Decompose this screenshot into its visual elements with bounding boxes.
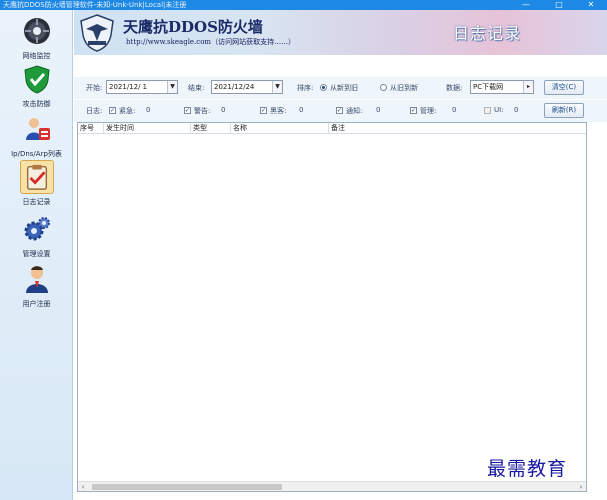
ui-count: 0 bbox=[514, 106, 519, 114]
minimize-button[interactable]: — bbox=[515, 0, 537, 10]
warning-checkbox[interactable]: ✓ bbox=[184, 107, 191, 114]
filter-row: 开始: 2021/12/ 1 ▼ 结束: 2021/12/24 ▼ 排序: 从新… bbox=[74, 77, 607, 99]
sidebar-item-attack-defense[interactable]: 攻击防御 bbox=[0, 62, 73, 109]
scrollbar-thumb[interactable] bbox=[92, 484, 282, 490]
watermark: 最需教育 bbox=[487, 458, 568, 480]
close-button[interactable]: ✕ bbox=[580, 0, 602, 10]
sidebar-item-label: 日志记录 bbox=[22, 198, 51, 206]
shield-icon bbox=[20, 62, 54, 96]
gear-icon bbox=[20, 212, 54, 246]
emergency-count: 0 bbox=[146, 106, 151, 114]
sidebar-item-label: 用户注册 bbox=[22, 300, 51, 308]
sidebar: 网络监控 攻击防御 Ip/Dns/Arp列表 日志记录 管理设置 用户注册 bbox=[0, 10, 73, 500]
data-source-select[interactable]: PC下载网 ▸ bbox=[470, 80, 534, 94]
banner-subtitle: http://www.skeagle.com（访问网站获取支持……） bbox=[126, 38, 296, 46]
end-label: 结束: bbox=[188, 84, 205, 92]
admin-count: 0 bbox=[452, 106, 457, 114]
sidebar-item-label: 管理设置 bbox=[22, 250, 51, 258]
sidebar-item-label: 攻击防御 bbox=[22, 100, 51, 108]
end-date-picker[interactable]: 2021/12/24 ▼ bbox=[211, 80, 283, 94]
ui-checkbox[interactable] bbox=[484, 107, 491, 114]
sidebar-item-user-register[interactable]: 用户注册 bbox=[0, 262, 73, 309]
scroll-left-icon[interactable]: ‹ bbox=[78, 482, 88, 492]
hacker-checkbox[interactable]: ✓ bbox=[260, 107, 267, 114]
banner-title: 天鹰抗DDOS防火墙 bbox=[123, 18, 263, 36]
sidebar-item-network-monitor[interactable]: 网络监控 bbox=[0, 14, 73, 61]
section-label: 日志记录 bbox=[453, 24, 522, 43]
ui-label: UI: bbox=[494, 106, 504, 114]
banner: 天鹰抗DDOS防火墙 http://www.skeagle.com（访问网站获取… bbox=[74, 10, 607, 55]
hacker-label: 黑客: bbox=[270, 107, 287, 115]
sort-old-to-new-label: 从旧到新 bbox=[390, 84, 418, 92]
admin-checkbox[interactable]: ✓ bbox=[410, 107, 417, 114]
warning-label: 警告: bbox=[194, 107, 211, 115]
notice-checkbox[interactable]: ✓ bbox=[336, 107, 343, 114]
horizontal-scrollbar[interactable]: ‹ › bbox=[78, 481, 586, 491]
network-list-icon bbox=[20, 112, 54, 146]
user-icon bbox=[20, 262, 54, 296]
start-date-value: 2021/12/ 1 bbox=[109, 83, 148, 91]
sidebar-item-label: 网络监控 bbox=[22, 52, 51, 60]
end-date-value: 2021/12/24 bbox=[214, 83, 255, 91]
refresh-button[interactable]: 刷新(R) bbox=[544, 103, 584, 118]
log-table[interactable]: 序号 发生时间 类型 名称 备注 ‹ › bbox=[77, 122, 587, 492]
sort-new-to-old-label: 从新到旧 bbox=[330, 84, 358, 92]
chevron-down-icon[interactable]: ▼ bbox=[272, 81, 282, 93]
admin-label: 管理: bbox=[420, 107, 437, 115]
globe-icon bbox=[20, 14, 54, 48]
chevron-down-icon[interactable]: ▸ bbox=[523, 81, 533, 93]
maximize-button[interactable]: □ bbox=[548, 0, 570, 10]
column-header-type[interactable]: 类型 bbox=[191, 123, 231, 134]
sidebar-item-ip-list[interactable]: Ip/Dns/Arp列表 bbox=[0, 112, 73, 159]
notice-count: 0 bbox=[376, 106, 381, 114]
hacker-count: 0 bbox=[299, 106, 304, 114]
emergency-checkbox[interactable]: ✓ bbox=[109, 107, 116, 114]
scroll-right-icon[interactable]: › bbox=[576, 482, 586, 492]
sort-old-to-new-radio[interactable] bbox=[380, 84, 387, 91]
column-header-time[interactable]: 发生时间 bbox=[104, 123, 191, 134]
clear-button[interactable]: 清空(C) bbox=[544, 80, 584, 95]
sidebar-item-label: Ip/Dns/Arp列表 bbox=[11, 150, 62, 158]
clipboard-icon bbox=[19, 160, 54, 194]
column-header-note[interactable]: 备注 bbox=[329, 123, 586, 134]
table-header: 序号 发生时间 类型 名称 备注 bbox=[78, 123, 586, 134]
sidebar-item-log-records[interactable]: 日志记录 bbox=[0, 160, 73, 207]
eagle-logo-icon bbox=[80, 14, 114, 52]
warning-count: 0 bbox=[221, 106, 226, 114]
sort-new-to-old-radio[interactable] bbox=[320, 84, 327, 91]
window-title: 天鹰抗DDOS防火墙管理软件-未知-Unk-Unk|Local|未注册 bbox=[3, 1, 187, 9]
emergency-label: 紧急: bbox=[119, 107, 136, 115]
column-header-index[interactable]: 序号 bbox=[78, 123, 104, 134]
start-label: 开始: bbox=[86, 84, 103, 92]
notice-label: 通知: bbox=[346, 107, 363, 115]
chevron-down-icon[interactable]: ▼ bbox=[167, 81, 177, 93]
sort-label: 排序: bbox=[297, 84, 314, 92]
log-filter-row: 日志: ✓ 紧急: 0 ✓ 警告: 0 ✓ 黑客: 0 ✓ 通知: 0 ✓ 管理… bbox=[74, 100, 607, 122]
data-label: 数据: bbox=[446, 84, 463, 92]
sidebar-item-settings[interactable]: 管理设置 bbox=[0, 212, 73, 259]
column-header-name[interactable]: 名称 bbox=[231, 123, 329, 134]
log-label: 日志: bbox=[86, 107, 103, 115]
start-date-picker[interactable]: 2021/12/ 1 ▼ bbox=[106, 80, 178, 94]
data-source-value: PC下载网 bbox=[473, 83, 504, 91]
